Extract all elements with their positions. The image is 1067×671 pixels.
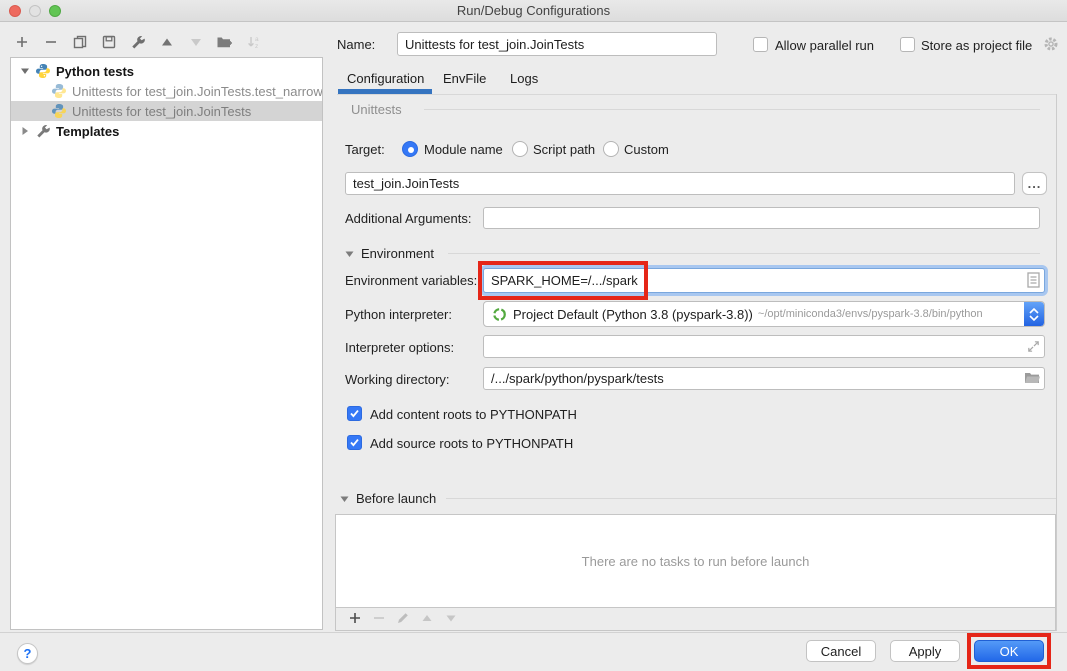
allow-parallel-run-checkbox[interactable] [753,37,768,52]
collapse-triangle-icon[interactable] [345,250,354,258]
python-interpreter-select[interactable]: Project Default (Python 3.8 (pyspark-3.8… [483,301,1045,327]
ok-button[interactable]: OK [974,640,1044,662]
store-as-project-file-checkbox[interactable] [900,37,915,52]
name-label: Name: [337,37,375,52]
cancel-button[interactable]: Cancel [806,640,876,662]
tree-item-label: Python tests [56,64,134,79]
minimize-button[interactable] [29,5,41,17]
move-down-icon[interactable] [444,611,458,628]
tree-item-python-tests[interactable]: Python tests [11,61,322,81]
svg-text:a: a [255,36,259,43]
env-variables-browse-icon[interactable] [1027,272,1040,291]
section-divider [448,253,1040,254]
sort-icon[interactable]: az [245,34,262,51]
add-content-roots-checkbox[interactable] [347,406,362,421]
window-title: Run/Debug Configurations [457,3,610,18]
expand-icon[interactable] [1026,339,1041,357]
chevron-right-icon[interactable] [20,126,30,136]
help-button[interactable]: ? [17,643,38,664]
before-launch-section-label[interactable]: Before launch [356,491,436,506]
tab-configuration[interactable]: Configuration [347,71,424,86]
python-interpreter-path: ~/opt/miniconda3/envs/pyspark-3.8/bin/py… [758,308,983,320]
before-launch-toolbar [336,607,1055,630]
configurations-tree: Python tests Unittests for test_join.Joi… [10,57,323,630]
python-icon [35,63,51,79]
target-input[interactable] [345,172,1015,195]
target-label: Target: [345,142,385,157]
close-button[interactable] [9,5,21,17]
remove-icon[interactable] [42,34,59,51]
collapse-triangle-icon[interactable] [340,495,349,503]
add-content-roots-label: Add content roots to PYTHONPATH [370,407,577,422]
tree-item-unittests-selected[interactable]: Unittests for test_join.JoinTests [11,101,322,121]
move-down-icon[interactable] [187,34,204,51]
radio-script-path[interactable] [512,141,528,157]
section-divider [424,109,1040,110]
python-icon [51,103,67,119]
wrench-icon [35,123,51,139]
name-input[interactable] [397,32,717,56]
environment-section-label[interactable]: Environment [361,246,434,261]
section-divider [446,498,1056,499]
working-directory-input[interactable] [483,367,1045,390]
unittests-section-label: Unittests [351,102,402,117]
tree-item-label: Unittests for test_join.JoinTests.test_n… [72,84,322,99]
new-folder-icon[interactable] [216,34,233,51]
additional-arguments-label: Additional Arguments: [345,211,471,226]
panel-right-border [1056,94,1057,631]
remove-icon[interactable] [372,611,386,628]
folder-icon[interactable] [1024,371,1041,388]
move-up-icon[interactable] [158,34,175,51]
add-source-roots-label: Add source roots to PYTHONPATH [370,436,573,451]
browse-button[interactable]: ... [1022,172,1047,195]
tree-item-unittests-narrow[interactable]: Unittests for test_join.JoinTests.test_n… [11,81,322,101]
python-interpreter-label: Python interpreter: [345,307,452,322]
radio-module-name-label: Module name [424,142,503,157]
radio-custom-label: Custom [624,142,669,157]
save-icon[interactable] [100,34,117,51]
edit-icon[interactable] [396,611,410,628]
tree-item-label: Unittests for test_join.JoinTests [72,104,251,119]
conda-env-icon [492,307,507,322]
interpreter-options-label: Interpreter options: [345,340,454,355]
before-launch-panel: There are no tasks to run before launch [335,514,1056,631]
additional-arguments-input[interactable] [483,207,1040,229]
tree-item-label: Templates [56,124,119,139]
python-interpreter-value: Project Default (Python 3.8 (pyspark-3.8… [513,307,753,322]
radio-custom[interactable] [603,141,619,157]
edit-templates-icon[interactable] [129,34,146,51]
configurations-toolbar: az [13,33,262,51]
add-source-roots-checkbox[interactable] [347,435,362,450]
copy-icon[interactable] [71,34,88,51]
run-debug-configurations-dialog: Run/Debug Configurations az [0,0,1067,671]
tree-item-templates[interactable]: Templates [11,121,322,141]
radio-script-path-label: Script path [533,142,595,157]
allow-parallel-run-label: Allow parallel run [775,38,874,53]
before-launch-empty-message: There are no tasks to run before launch [582,554,810,569]
radio-module-name[interactable] [402,141,418,157]
tab-envfile[interactable]: EnvFile [443,71,486,86]
tab-logs[interactable]: Logs [510,71,538,86]
combo-stepper-icon[interactable] [1024,302,1044,326]
footer-divider [0,632,1067,633]
svg-text:z: z [255,43,258,50]
zoom-button[interactable] [49,5,61,17]
chevron-down-icon[interactable] [20,66,30,76]
traffic-lights [9,5,61,17]
title-bar: Run/Debug Configurations [0,0,1067,22]
move-up-icon[interactable] [420,611,434,628]
add-icon[interactable] [348,611,362,628]
gear-icon[interactable] [1043,36,1059,55]
environment-variables-label: Environment variables: [345,273,477,288]
working-directory-label: Working directory: [345,372,450,387]
interpreter-options-input[interactable] [483,335,1045,358]
environment-variables-input[interactable] [483,268,1045,293]
apply-button[interactable]: Apply [890,640,960,662]
add-icon[interactable] [13,34,30,51]
python-icon [51,83,67,99]
tabs-divider [337,94,1056,95]
store-as-project-file-label: Store as project file [921,38,1032,53]
